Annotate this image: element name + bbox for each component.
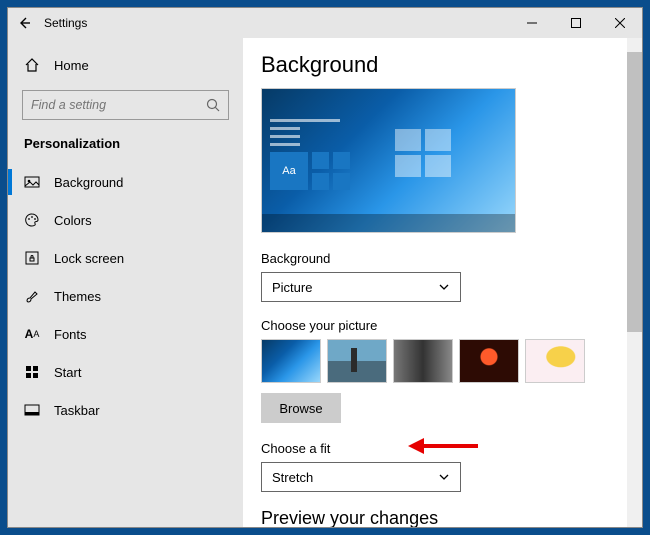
palette-icon xyxy=(24,212,40,228)
sidebar-item-colors[interactable]: Colors xyxy=(8,201,243,239)
background-label: Background xyxy=(261,251,624,266)
minimize-icon xyxy=(527,18,537,28)
preview-changes-heading: Preview your changes xyxy=(261,508,624,527)
scrollbar-thumb[interactable] xyxy=(627,52,642,332)
chevron-down-icon xyxy=(438,471,450,483)
close-icon xyxy=(615,18,625,28)
sidebar-item-taskbar[interactable]: Taskbar xyxy=(8,391,243,429)
picture-thumb[interactable] xyxy=(327,339,387,383)
picture-icon xyxy=(24,174,40,190)
picture-thumb[interactable] xyxy=(459,339,519,383)
home-icon xyxy=(24,57,40,73)
search-box[interactable] xyxy=(22,90,229,120)
sidebar-item-label: Colors xyxy=(54,213,92,228)
start-icon xyxy=(24,364,40,380)
background-select-value: Picture xyxy=(272,280,312,295)
category-header: Personalization xyxy=(8,132,243,163)
back-button[interactable] xyxy=(8,8,40,38)
chevron-down-icon xyxy=(438,281,450,293)
sidebar-item-lockscreen[interactable]: Lock screen xyxy=(8,239,243,277)
search-input[interactable] xyxy=(31,98,206,112)
sidebar-item-label: Start xyxy=(54,365,81,380)
fit-label: Choose a fit xyxy=(261,441,624,456)
window-body: Home Personalization Background Colors L… xyxy=(8,38,642,527)
picture-thumb[interactable] xyxy=(261,339,321,383)
fit-select-value: Stretch xyxy=(272,470,313,485)
sidebar-item-label: Taskbar xyxy=(54,403,100,418)
titlebar: Settings xyxy=(8,8,642,38)
page-title: Background xyxy=(261,52,624,78)
close-button[interactable] xyxy=(598,8,642,38)
scrollbar[interactable] xyxy=(627,38,642,527)
settings-window: Settings Home Personalization xyxy=(7,7,643,528)
fit-select[interactable]: Stretch xyxy=(261,462,461,492)
desktop-background: Settings Home Personalization xyxy=(0,0,650,535)
sidebar-item-fonts[interactable]: AA Fonts xyxy=(8,315,243,353)
sidebar-item-background[interactable]: Background xyxy=(8,163,243,201)
main-content: Background Aa xyxy=(243,38,642,527)
window-title: Settings xyxy=(40,16,87,30)
desktop-preview: Aa xyxy=(261,88,516,233)
sidebar-item-label: Themes xyxy=(54,289,101,304)
choose-picture-label: Choose your picture xyxy=(261,318,624,333)
brush-icon xyxy=(24,288,40,304)
sidebar: Home Personalization Background Colors L… xyxy=(8,38,243,527)
background-select[interactable]: Picture xyxy=(261,272,461,302)
maximize-button[interactable] xyxy=(554,8,598,38)
home-nav[interactable]: Home xyxy=(8,48,243,82)
sidebar-item-label: Lock screen xyxy=(54,251,124,266)
lock-frame-icon xyxy=(24,250,40,266)
picture-thumbnails xyxy=(261,339,624,383)
minimize-button[interactable] xyxy=(510,8,554,38)
arrow-left-icon xyxy=(17,16,31,30)
search-icon xyxy=(206,98,220,112)
sidebar-item-label: Background xyxy=(54,175,123,190)
maximize-icon xyxy=(571,18,581,28)
sidebar-item-themes[interactable]: Themes xyxy=(8,277,243,315)
taskbar-icon xyxy=(24,402,40,418)
picture-thumb[interactable] xyxy=(393,339,453,383)
browse-button[interactable]: Browse xyxy=(261,393,341,423)
home-label: Home xyxy=(54,58,89,73)
sidebar-item-start[interactable]: Start xyxy=(8,353,243,391)
fonts-icon: AA xyxy=(24,326,40,342)
picture-thumb[interactable] xyxy=(525,339,585,383)
sidebar-item-label: Fonts xyxy=(54,327,87,342)
windows-logo-icon xyxy=(395,129,455,179)
preview-sample-tile: Aa xyxy=(270,152,308,190)
